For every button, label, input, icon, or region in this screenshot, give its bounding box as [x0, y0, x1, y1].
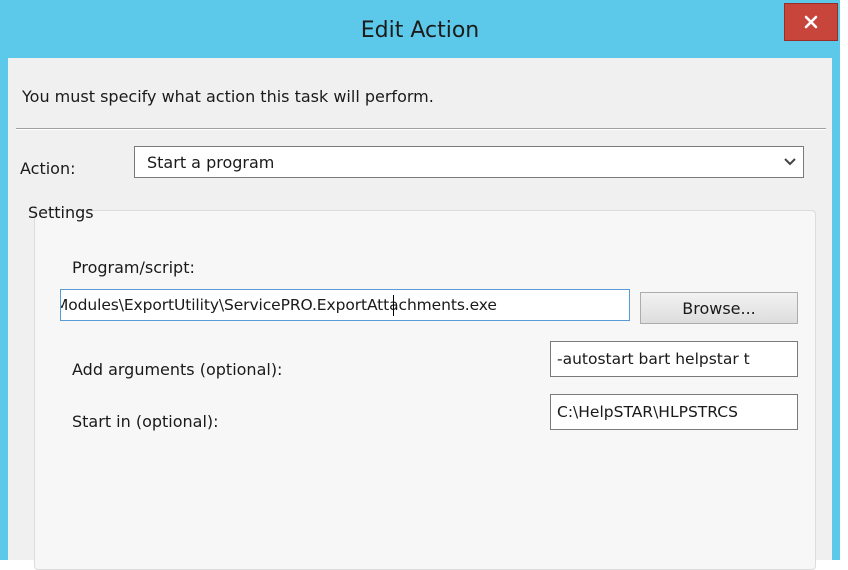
- window-frame-left: [0, 58, 8, 560]
- action-dropdown[interactable]: Start a program: [134, 146, 804, 178]
- separator: [16, 128, 826, 130]
- action-label: Action:: [20, 159, 76, 178]
- program-script-input[interactable]: Modules\ExportUtility\ServicePRO.ExportA…: [60, 289, 630, 321]
- start-in-value: C:\HelpSTAR\HLPSTRCS: [557, 403, 738, 421]
- chevron-down-icon: [784, 158, 796, 166]
- text-caret: [393, 295, 394, 316]
- arguments-value: -autostart bart helpstar t: [557, 350, 750, 368]
- settings-legend: Settings: [28, 203, 94, 222]
- close-button[interactable]: [784, 3, 838, 41]
- instruction-text: You must specify what action this task w…: [22, 87, 434, 106]
- arguments-input[interactable]: -autostart bart helpstar t: [550, 341, 798, 377]
- close-icon: [804, 15, 818, 29]
- action-selected-value: Start a program: [147, 153, 275, 172]
- program-script-value: Modules\ExportUtility\ServicePRO.ExportA…: [60, 296, 497, 314]
- program-script-label: Program/script:: [72, 258, 195, 277]
- start-in-input[interactable]: C:\HelpSTAR\HLPSTRCS: [550, 394, 798, 430]
- title-bar: Edit Action: [0, 0, 840, 58]
- browse-button[interactable]: Browse...: [640, 292, 798, 324]
- arguments-label: Add arguments (optional):: [72, 360, 283, 379]
- start-in-label: Start in (optional):: [72, 412, 219, 431]
- dialog-body: You must specify what action this task w…: [8, 58, 832, 570]
- window-frame-right: [832, 58, 840, 560]
- window-title: Edit Action: [360, 18, 480, 43]
